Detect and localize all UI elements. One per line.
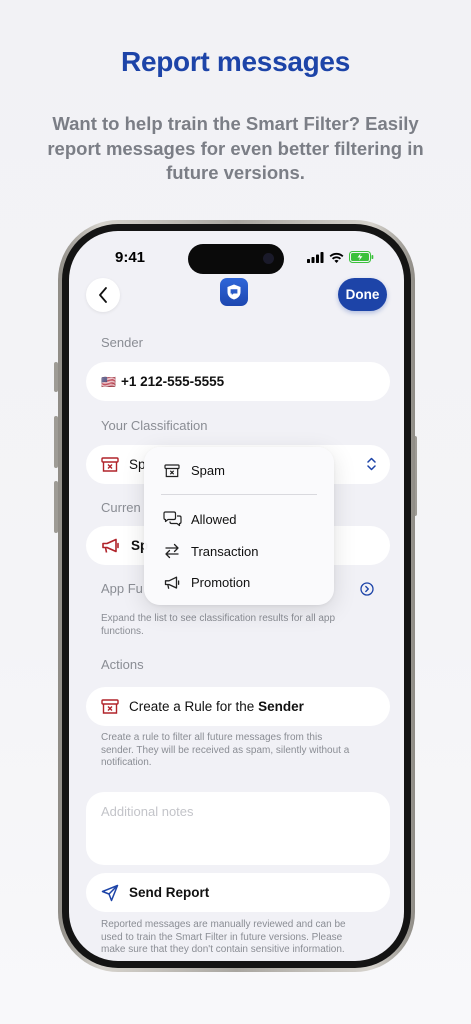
menu-item-transaction[interactable]: Transaction — [162, 543, 258, 559]
notes-placeholder: Additional notes — [101, 804, 194, 819]
menu-item-transaction-label: Transaction — [191, 543, 259, 559]
back-button[interactable] — [86, 278, 120, 312]
create-rule-label: Create a Rule for the Sender — [129, 699, 304, 714]
menu-item-allowed[interactable]: Allowed — [162, 511, 237, 527]
create-rule-prefix: Create a Rule for the — [129, 699, 259, 714]
sender-card: 🇺🇸 +1 212-555-5555 — [86, 362, 390, 401]
app-screen: 9:41 Done Sender 🇺🇸 +1 212-555-5555 Your… — [69, 231, 404, 961]
menu-item-spam-label: Spam — [191, 463, 225, 478]
create-rule-bold: Sender — [258, 699, 304, 714]
chevron-left-icon — [99, 287, 107, 303]
cellular-signal-icon — [307, 251, 324, 263]
menu-item-allowed-label: Allowed — [191, 511, 237, 527]
promo-headline: Report messages — [121, 46, 350, 77]
menu-item-promotion-label: Promotion — [191, 575, 251, 590]
sender-label: Sender — [101, 335, 143, 350]
us-flag-icon: 🇺🇸 — [101, 374, 116, 389]
current-classification-label: Curren — [101, 500, 141, 515]
menu-item-spam[interactable]: Spam — [162, 463, 225, 478]
app-functions-label: App Fu — [101, 581, 143, 596]
menu-separator — [161, 494, 317, 495]
arrows-swap-icon — [162, 543, 182, 559]
done-button[interactable]: Done — [338, 278, 387, 311]
app-logo — [220, 278, 248, 306]
spam-bin-icon — [101, 456, 119, 473]
classification-label: Your Classification — [101, 418, 208, 433]
menu-item-promotion[interactable]: Promotion — [162, 575, 250, 590]
additional-notes-field[interactable]: Additional notes — [86, 792, 390, 865]
megaphone-icon — [101, 538, 121, 554]
actions-label: Actions — [101, 657, 144, 672]
send-report-button[interactable]: Send Report — [86, 873, 390, 912]
promo-subline: Want to help train the Smart Filter? Eas… — [47, 113, 424, 183]
expand-chevron-icon[interactable] — [360, 582, 374, 596]
battery-charging-icon — [349, 251, 374, 263]
chevron-updown-icon — [367, 457, 376, 471]
chat-bubbles-icon — [162, 511, 182, 527]
phone-frame: 9:41 Done Sender 🇺🇸 +1 212-555-5555 Your… — [58, 220, 415, 972]
shield-chat-icon — [227, 284, 241, 300]
spam-bin-icon — [162, 463, 182, 478]
spam-rule-icon — [101, 698, 119, 715]
sender-phone: +1 212-555-5555 — [120, 374, 225, 389]
send-report-hint: Reported messages are manually reviewed … — [101, 919, 346, 955]
send-report-label: Send Report — [129, 885, 210, 900]
create-rule-button[interactable]: Create a Rule for the Sender — [86, 687, 390, 726]
status-icons — [307, 251, 374, 263]
megaphone-icon — [162, 576, 182, 590]
classification-dropdown-menu: Spam Allowed Transaction Promotion — [144, 447, 334, 605]
status-time: 9:41 — [115, 249, 146, 266]
paper-plane-icon — [101, 884, 119, 902]
wifi-icon — [329, 252, 344, 263]
dynamic-island — [188, 244, 284, 274]
create-rule-hint: Create a rule to filter all future messa… — [101, 732, 350, 768]
app-functions-hint: Expand the list to see classification re… — [101, 613, 336, 637]
